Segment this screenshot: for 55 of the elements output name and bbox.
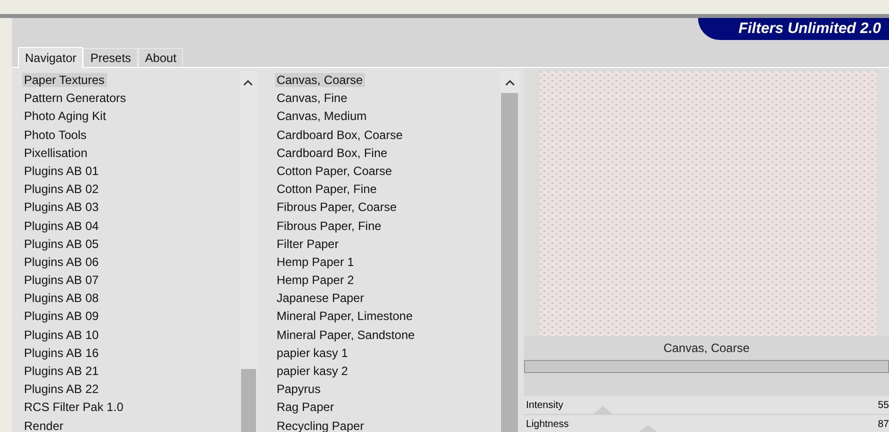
list-item[interactable]: Rag Paper — [274, 400, 336, 414]
list-item[interactable]: RCS Filter Pak 1.0 — [22, 400, 126, 414]
list-item[interactable]: Filter Paper — [274, 236, 341, 251]
scrollbar-thumb[interactable] — [501, 93, 518, 432]
list-item[interactable]: Plugins AB 03 — [22, 200, 101, 214]
list-item[interactable]: Cardboard Box, Coarse — [274, 128, 405, 142]
list-item[interactable]: Canvas, Medium — [274, 109, 369, 124]
list-item[interactable]: Plugins AB 22 — [22, 382, 101, 396]
list-item[interactable]: Photo Tools — [22, 128, 88, 142]
filter-name: Canvas, Coarse — [524, 336, 889, 360]
list-item[interactable]: Plugins AB 06 — [22, 254, 101, 269]
list-item[interactable]: Plugins AB 16 — [22, 346, 101, 360]
scroll-up-icon[interactable] — [243, 79, 254, 87]
list-item[interactable]: Plugins AB 09 — [22, 309, 101, 324]
slider-label: Intensity — [526, 398, 564, 412]
window-title: Filters Unlimited 2.0 — [698, 18, 889, 40]
list-item[interactable]: Plugins AB 21 — [22, 364, 101, 378]
list-item[interactable]: Plugins AB 07 — [22, 273, 101, 288]
list-item[interactable]: Fibrous Paper, Fine — [274, 218, 384, 232]
list-item[interactable]: Paper Textures — [22, 73, 106, 87]
scroll-up-icon[interactable] — [504, 79, 514, 87]
list-item[interactable]: Japanese Paper — [274, 291, 366, 306]
list-item[interactable]: Canvas, Fine — [274, 91, 350, 106]
list-item[interactable]: Fibrous Paper, Coarse — [274, 200, 399, 214]
tab[interactable]: Presets — [83, 48, 138, 67]
list-item[interactable]: Canvas, Coarse — [274, 73, 365, 87]
list-item[interactable]: Mineral Paper, Limestone — [274, 309, 415, 324]
list-item[interactable]: papier kasy 1 — [274, 346, 350, 360]
list-item[interactable]: Cotton Paper, Coarse — [274, 164, 394, 178]
list-item[interactable]: Hemp Paper 2 — [274, 273, 356, 288]
list-item[interactable]: Hemp Paper 1 — [274, 254, 356, 269]
list-item[interactable]: Recycling Paper — [274, 418, 366, 432]
list-item[interactable]: papier kasy 2 — [274, 364, 350, 378]
scrollbar[interactable] — [240, 71, 257, 432]
list-item[interactable]: Plugins AB 10 — [22, 328, 101, 342]
list-item[interactable]: Plugins AB 04 — [22, 218, 101, 232]
list-item[interactable]: Plugins AB 02 — [22, 182, 101, 196]
slider-label: Lightness — [526, 418, 569, 432]
list-item[interactable]: Plugins AB 01 — [22, 164, 101, 178]
list-item[interactable]: Pixellisation — [22, 146, 90, 160]
list-item[interactable]: Mineral Paper, Sandstone — [274, 328, 417, 342]
slider-value: 55 — [878, 398, 889, 412]
list-item[interactable]: Plugins AB 08 — [22, 291, 101, 306]
list-item[interactable]: Render — [22, 418, 66, 432]
list-item[interactable]: Pattern Generators — [22, 91, 128, 106]
slider-value: 87 — [878, 418, 889, 432]
scrollbar[interactable] — [500, 71, 519, 432]
list-item[interactable]: Photo Aging Kit — [22, 109, 108, 124]
scrollbar-thumb[interactable] — [240, 368, 256, 432]
list-item[interactable]: Papyrus — [274, 382, 323, 396]
list-item[interactable]: Cardboard Box, Fine — [274, 146, 390, 160]
tab[interactable]: About — [138, 48, 184, 67]
tab[interactable]: Navigator — [18, 47, 84, 68]
list-item[interactable]: Cotton Paper, Fine — [274, 182, 379, 196]
list-item[interactable]: Plugins AB 05 — [22, 236, 101, 251]
